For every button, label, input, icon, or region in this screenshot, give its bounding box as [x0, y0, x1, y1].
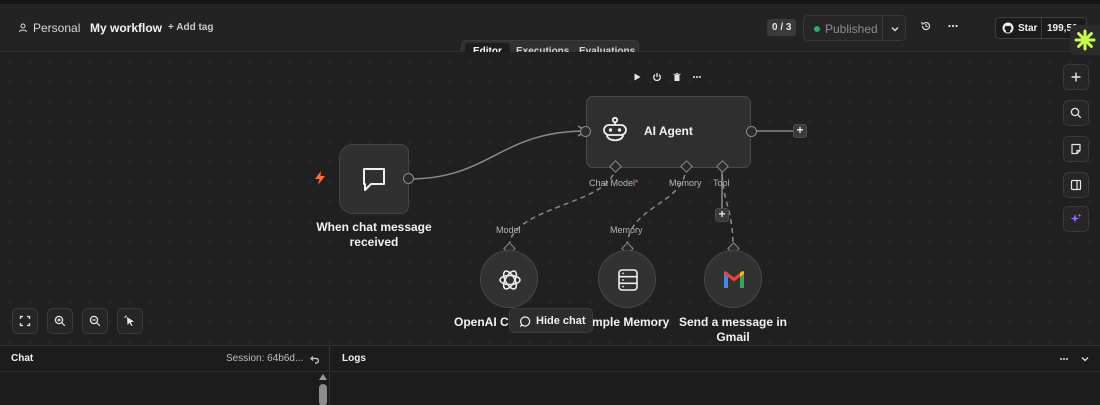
- project-name: Personal: [33, 21, 81, 35]
- add-tag-button[interactable]: + Add tag: [168, 22, 213, 33]
- lightning-icon: [315, 171, 325, 185]
- ai-agent-label: AI Agent: [644, 124, 693, 138]
- session-id: Session: 64b6d...: [226, 353, 304, 364]
- sparkle-logo-icon: [1074, 29, 1096, 51]
- toggle-panel-button[interactable]: [1063, 172, 1089, 198]
- play-icon[interactable]: [632, 72, 642, 82]
- status-dot: [814, 26, 820, 32]
- more-horizontal-icon[interactable]: [692, 72, 702, 82]
- sparkles-icon: [1070, 213, 1082, 223]
- model-input-label: Model: [496, 225, 521, 235]
- power-icon[interactable]: [652, 72, 662, 82]
- trigger-label-line1: When chat message: [316, 220, 432, 234]
- simple-memory-node[interactable]: [598, 250, 656, 308]
- panel-icon: [1070, 179, 1082, 191]
- agent-input-port[interactable]: [580, 126, 591, 137]
- chat-scrollbar[interactable]: [319, 384, 327, 405]
- chat-panel-title: Chat: [11, 353, 34, 364]
- publish-status-button[interactable]: Published: [803, 15, 906, 41]
- openai-icon: [499, 270, 521, 290]
- zoom-in-icon: [54, 315, 66, 327]
- github-star-label: Star: [1018, 22, 1038, 34]
- node-toolbar: [632, 72, 702, 82]
- zoom-out-icon: [89, 315, 101, 327]
- history-icon[interactable]: [920, 20, 932, 32]
- zoom-in-button[interactable]: [47, 308, 73, 334]
- chat-messages-area[interactable]: [0, 372, 330, 405]
- production-checklist-badge[interactable]: 0 / 3: [767, 19, 797, 36]
- plus-icon: [1071, 72, 1081, 82]
- add-next-node-button[interactable]: +: [793, 124, 807, 138]
- reset-session-icon[interactable]: [310, 354, 320, 364]
- ai-agent-node[interactable]: AI Agent: [586, 96, 751, 168]
- window-strip: [0, 0, 1100, 4]
- trigger-node-label: When chat message received: [309, 220, 439, 250]
- trigger-label-line2: received: [349, 235, 399, 249]
- hide-chat-button[interactable]: Hide chat: [509, 308, 593, 333]
- add-node-button[interactable]: [1063, 64, 1089, 90]
- more-horizontal-icon[interactable]: [947, 20, 959, 32]
- assistant-launcher[interactable]: [1070, 25, 1100, 55]
- chat-bubble-icon: [520, 316, 531, 327]
- trigger-output-port[interactable]: [403, 173, 414, 184]
- search-nodes-button[interactable]: [1063, 100, 1089, 126]
- memory-node-label: mple Memory: [592, 315, 670, 329]
- hide-chat-label: Hide chat: [536, 315, 586, 327]
- workflow-name[interactable]: My workflow: [90, 21, 162, 35]
- chat-model-port-label: Chat Model*: [589, 178, 639, 188]
- search-icon: [1070, 107, 1082, 119]
- memory-input-label: Memory: [610, 225, 643, 235]
- chat-model-text: Chat Model: [589, 178, 636, 188]
- breadcrumb-project[interactable]: Personal: [18, 21, 80, 35]
- ai-assistant-button[interactable]: [1063, 206, 1089, 232]
- tidy-up-button[interactable]: [117, 308, 143, 334]
- logs-panel-header: Logs: [331, 346, 1100, 372]
- gmail-node-label: Send a message in Gmail: [673, 315, 793, 345]
- openai-node-label: OpenAI C: [454, 315, 509, 329]
- chat-panel-header: Chat Session: 64b6d...: [0, 346, 330, 372]
- gmail-node[interactable]: [704, 250, 762, 308]
- agent-output-port[interactable]: [746, 126, 757, 137]
- scroll-up-arrow[interactable]: [319, 374, 327, 380]
- zoom-out-button[interactable]: [82, 308, 108, 334]
- sticky-note-button[interactable]: [1063, 136, 1089, 162]
- trigger-node-chat[interactable]: [339, 144, 409, 214]
- logs-panel-title: Logs: [342, 353, 366, 364]
- openai-chat-model-node[interactable]: [480, 250, 538, 308]
- chat-bubble-icon: [363, 168, 385, 191]
- publish-status-label: Published: [825, 22, 878, 36]
- add-tool-button[interactable]: +: [715, 208, 729, 222]
- fullscreen-icon: [19, 315, 31, 327]
- gmail-label-line2: Gmail: [716, 330, 750, 344]
- github-icon: [1002, 22, 1014, 34]
- pointer-wand-icon: [124, 315, 134, 326]
- fit-view-button[interactable]: [12, 308, 38, 334]
- divider: [882, 16, 883, 40]
- note-icon: [1071, 143, 1081, 155]
- chevron-down-icon[interactable]: [890, 24, 900, 34]
- divider: [1041, 18, 1042, 38]
- trash-icon[interactable]: [672, 72, 682, 82]
- user-icon: [19, 23, 27, 33]
- more-horizontal-icon[interactable]: [1059, 354, 1069, 364]
- gmail-label-line1: Send a message in: [678, 315, 788, 329]
- memory-port-label: Memory: [669, 178, 702, 188]
- robot-icon: [603, 116, 627, 142]
- tool-port-label: Tool: [713, 178, 730, 188]
- database-icon: [618, 269, 638, 291]
- gmail-icon: [724, 271, 744, 288]
- workflow-canvas[interactable]: [0, 52, 1100, 345]
- bottom-panel: Chat Session: 64b6d... Logs: [0, 345, 1100, 405]
- required-marker: *: [635, 178, 639, 188]
- chevron-down-icon[interactable]: [1080, 354, 1090, 364]
